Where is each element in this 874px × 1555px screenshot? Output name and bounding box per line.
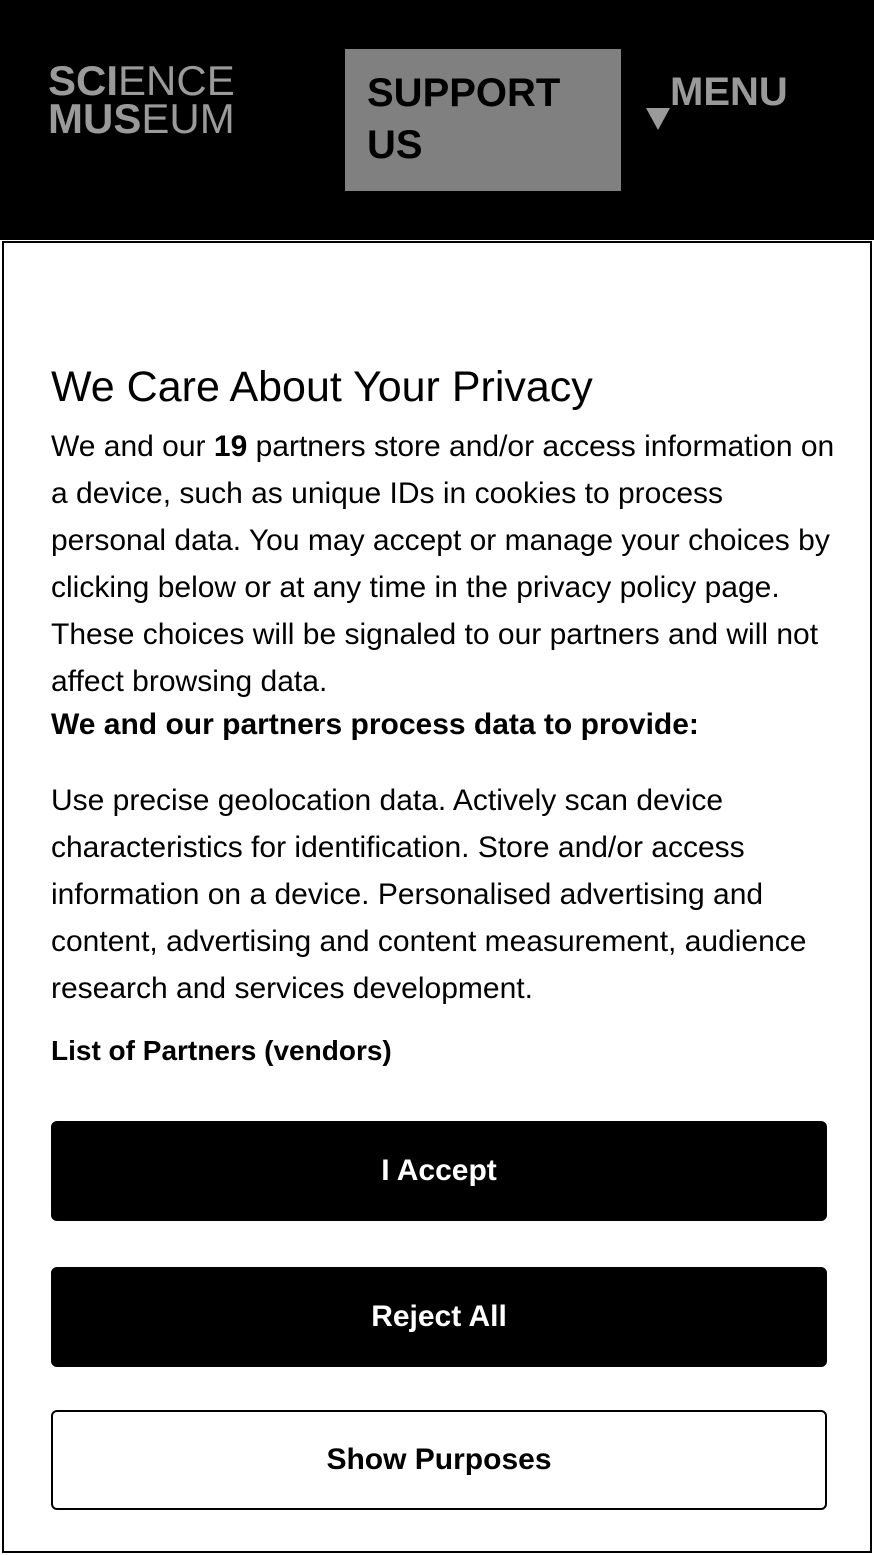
- privacy-consent-dialog: We Care About Your Privacy We and our 19…: [2, 241, 872, 1553]
- reject-all-button[interactable]: Reject All: [51, 1267, 827, 1367]
- partner-count: 19: [213, 430, 248, 463]
- triangle-down-icon: [646, 108, 670, 130]
- logo-line2-light: EUM: [141, 95, 235, 142]
- intro-prefix: We and our: [51, 430, 214, 463]
- accept-button[interactable]: I Accept: [51, 1121, 827, 1221]
- purposes-text: Use precise geolocation data. Actively s…: [51, 784, 807, 1005]
- intro-suffix: partners store and/or access information…: [51, 430, 835, 698]
- partners-list-link[interactable]: List of Partners (vendors): [51, 1031, 392, 1071]
- purposes-heading: We and our partners process data to prov…: [51, 708, 699, 741]
- menu-label: MENU: [670, 70, 788, 114]
- logo-line-2: MUSEUM: [48, 98, 235, 140]
- support-label-line1: SUPPORT: [367, 71, 561, 115]
- dialog-title: We Care About Your Privacy: [51, 363, 593, 411]
- site-header: SCIENCE MUSEUM SUPPORT US MENU: [0, 0, 874, 240]
- show-purposes-button[interactable]: Show Purposes: [51, 1410, 827, 1510]
- consent-intro-text: We and our 19 partners store and/or acce…: [51, 423, 841, 705]
- support-us-button[interactable]: SUPPORT US: [345, 49, 621, 191]
- logo-line2-bold: MUS: [48, 95, 142, 142]
- science-museum-logo[interactable]: SCIENCE MUSEUM: [48, 60, 235, 140]
- support-label-line2: US: [367, 123, 423, 167]
